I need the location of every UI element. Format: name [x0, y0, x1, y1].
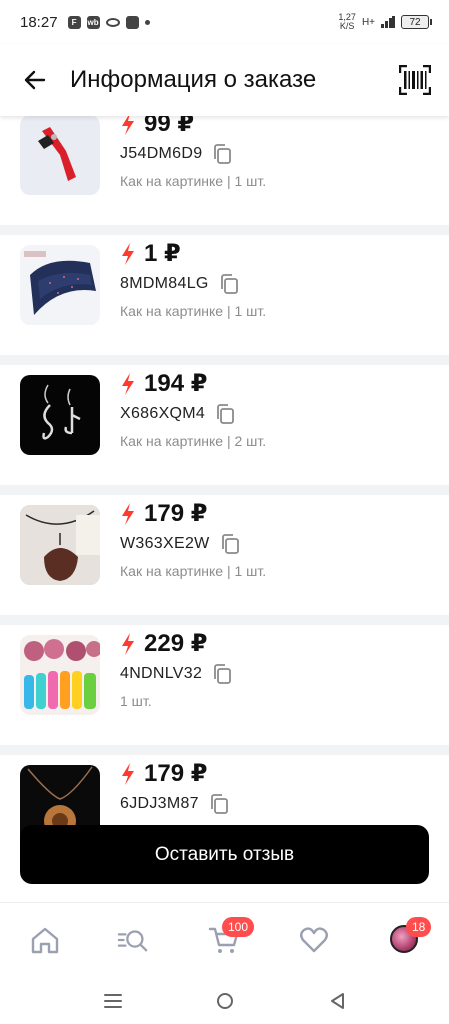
code-row: 6JDJ3M87 [120, 793, 229, 815]
order-item[interactable]: 179 ₽ W363XE2W Как на картинке | 1 шт. [0, 495, 449, 615]
circle-home-icon [217, 993, 233, 1009]
copy-icon[interactable] [215, 403, 235, 425]
code-row: J54DM6D9 [120, 143, 232, 165]
tab-favorites[interactable] [298, 925, 330, 955]
lightning-icon [122, 242, 134, 265]
separator [0, 615, 449, 625]
chart-icon [125, 15, 139, 29]
menu-icon [104, 994, 122, 1008]
copy-icon[interactable] [212, 663, 232, 685]
separator [0, 225, 449, 235]
copy-icon[interactable] [219, 273, 239, 295]
price-row: 1 ₽ [120, 239, 181, 268]
back-button[interactable] [0, 44, 70, 116]
lightning-icon [122, 502, 134, 525]
status-bar: 18:27 F wb 1,27 K/S H+ 72 [0, 0, 449, 44]
item-code: 8MDM84LG [120, 275, 209, 292]
order-item[interactable]: 99 ₽ J54DM6D9 Как на картинке | 1 шт. [0, 105, 449, 225]
item-price: 1 ₽ [144, 240, 181, 267]
item-meta: Как на картинке | 1 шт. [120, 563, 267, 579]
price-row: 194 ₽ [120, 369, 207, 398]
item-price: 229 ₽ [144, 630, 208, 657]
price-row: 229 ₽ [120, 629, 207, 658]
separator [0, 355, 449, 365]
menu-nav-button[interactable] [103, 991, 123, 1011]
favorites-icon [300, 927, 328, 953]
home-nav-button[interactable] [215, 991, 235, 1011]
code-row: X686XQM4 [120, 403, 235, 425]
item-code: 6JDJ3M87 [120, 795, 199, 812]
battery-icon: 72 [401, 15, 432, 29]
item-code: X686XQM4 [120, 405, 206, 422]
back-nav-button[interactable] [327, 991, 347, 1011]
order-item[interactable]: 229 ₽ 4NDNLV32 1 шт. [0, 625, 449, 745]
item-price: 194 ₽ [144, 370, 208, 397]
code-row: 4NDNLV32 [120, 663, 232, 685]
price-row: 179 ₽ [120, 759, 207, 788]
item-meta: Как на картинке | 1 шт. [120, 303, 267, 319]
lightning-icon [122, 762, 134, 785]
copy-icon[interactable] [220, 533, 240, 555]
battery-level: 72 [409, 16, 421, 28]
price-row: 179 ₽ [120, 499, 207, 528]
dot-icon [144, 19, 150, 25]
tab-home[interactable] [29, 925, 61, 955]
profile-badge: 18 [406, 917, 432, 937]
order-item[interactable]: 1 ₽ 8MDM84LG Как на картинке | 1 шт. [0, 235, 449, 355]
item-price: 179 ₽ [144, 760, 208, 787]
lightning-icon [122, 372, 134, 395]
product-image-tie[interactable] [20, 245, 100, 325]
status-time: 18:27 [20, 13, 58, 31]
item-meta: Как на картинке | 2 шт. [120, 433, 267, 449]
product-image-pendant[interactable] [20, 505, 100, 585]
cart-badge: 100 [222, 917, 255, 937]
triangle-back-icon [331, 993, 344, 1009]
bottom-area: 100 18 [0, 902, 449, 1024]
f-icon: F [67, 15, 81, 29]
separator [0, 485, 449, 495]
system-nav-bar [0, 977, 449, 1024]
copy-icon[interactable] [212, 143, 232, 165]
page-title: Информация о заказе [70, 66, 317, 93]
product-image-corkscrew[interactable] [20, 115, 100, 195]
leave-review-button[interactable]: Оставить отзыв [20, 825, 429, 884]
barcode-button[interactable] [398, 64, 432, 96]
network-type: H+ [361, 16, 375, 28]
order-item[interactable]: 194 ₽ X686XQM4 Как на картинке | 2 шт. [0, 365, 449, 485]
signal-icon [381, 16, 395, 28]
separator [0, 745, 449, 755]
lightning-icon [122, 632, 134, 655]
code-row: W363XE2W [120, 533, 240, 555]
home-icon [31, 927, 59, 954]
tab-bar: 100 18 [0, 903, 449, 977]
code-row: 8MDM84LG [120, 273, 239, 295]
order-items-list: 99 ₽ J54DM6D9 Как на картинке | 1 шт. 1 … [0, 105, 449, 875]
ring-icon [105, 17, 120, 27]
net-speed: 1,27 K/S [338, 13, 356, 31]
copy-icon[interactable] [209, 793, 229, 815]
product-image-silicone-molds[interactable] [20, 635, 100, 715]
catalog-search-icon [117, 930, 148, 952]
item-code: J54DM6D9 [120, 145, 203, 162]
item-meta: Как на картинке | 1 шт. [120, 173, 267, 189]
item-code: W363XE2W [120, 535, 210, 552]
barcode-icon [398, 64, 432, 96]
item-code: 4NDNLV32 [120, 665, 203, 682]
arrow-left-icon [24, 70, 46, 90]
app-header: Информация о заказе [0, 44, 449, 116]
tab-catalog[interactable] [117, 925, 149, 955]
item-price: 179 ₽ [144, 500, 208, 527]
wb-icon: wb [86, 15, 100, 29]
product-image-earrings[interactable] [20, 375, 100, 455]
item-meta: 1 шт. [120, 693, 152, 709]
net-speed-unit: K/S [339, 21, 355, 31]
